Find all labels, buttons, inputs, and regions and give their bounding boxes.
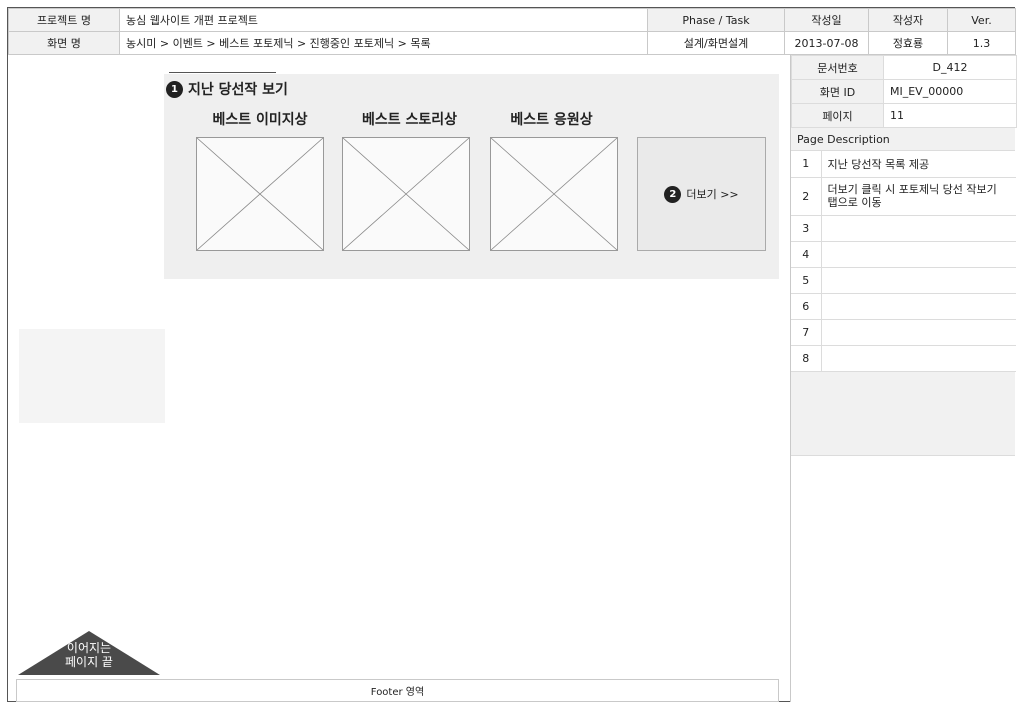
screen-id-value: MI_EV_00000 <box>883 79 1017 104</box>
page-number-label: 페이지 <box>791 103 884 128</box>
document-meta-table: 문서번호 D_412 화면 ID MI_EV_00000 페이지 11 <box>791 55 1017 128</box>
document-header-table: 프로젝트 명 농심 웹사이트 개편 프로젝트 Phase / Task 작성일 … <box>8 8 1016 55</box>
page-number-value: 11 <box>883 103 1017 128</box>
phase-task-value: 설계/화면설계 <box>647 31 785 55</box>
description-text: 지난 당선작 목록 제공 <box>821 151 1016 178</box>
wireframe-canvas: 1 지난 당선작 보기 베스트 이미지상 베스트 스토리상 베스트 응원상 2 … <box>8 55 790 703</box>
screen-id-label: 화면 ID <box>791 79 884 104</box>
description-text <box>821 345 1016 372</box>
description-row: 3 <box>791 215 1016 242</box>
description-row: 1 지난 당선작 목록 제공 <box>791 151 1016 178</box>
storyboard-frame: 프로젝트 명 농심 웹사이트 개편 프로젝트 Phase / Task 작성일 … <box>7 7 1017 703</box>
description-number: 3 <box>791 215 822 242</box>
document-number-label: 문서번호 <box>791 55 884 80</box>
phase-task-label: Phase / Task <box>647 8 785 32</box>
description-panel: 문서번호 D_412 화면 ID MI_EV_00000 페이지 11 Page… <box>790 55 1017 702</box>
continue-marker-line1: 이어지는 <box>66 641 112 655</box>
category-best-image-label: 베스트 이미지상 <box>212 112 308 128</box>
section-title: 1 지난 당선작 보기 <box>166 79 288 99</box>
image-placeholder[interactable] <box>342 137 470 251</box>
project-name-value: 농심 웹사이트 개편 프로젝트 <box>119 8 648 32</box>
description-text <box>821 293 1016 320</box>
footer-area: Footer 영역 <box>16 679 779 702</box>
footer-label: Footer 영역 <box>370 687 425 698</box>
more-button-label: 더보기 >> <box>686 188 739 201</box>
description-text <box>821 241 1016 268</box>
version-value: 1.3 <box>947 31 1016 55</box>
section-title-text: 지난 당선작 보기 <box>188 82 288 98</box>
image-placeholder[interactable] <box>196 137 324 251</box>
screen-name-label: 화면 명 <box>8 31 120 55</box>
author-value: 정효룡 <box>868 31 948 55</box>
image-placeholder[interactable] <box>490 137 618 251</box>
category-best-cheer-label: 베스트 응원상 <box>510 112 593 128</box>
author-label: 작성자 <box>868 8 948 32</box>
description-number: 5 <box>791 267 822 294</box>
description-row: 5 <box>791 267 1016 294</box>
project-name-label: 프로젝트 명 <box>8 8 120 32</box>
description-text: 더보기 클릭 시 포토제닉 당선 작보기 탭으로 이동 <box>821 177 1016 216</box>
created-date-value: 2013-07-08 <box>784 31 869 55</box>
description-text <box>821 267 1016 294</box>
description-row: 2 더보기 클릭 시 포토제닉 당선 작보기 탭으로 이동 <box>791 177 1016 216</box>
description-number: 2 <box>791 177 822 216</box>
page-description-title: Page Description <box>791 128 1015 151</box>
description-number: 1 <box>791 151 822 178</box>
side-placeholder-block <box>19 329 165 423</box>
annotation-badge-1: 1 <box>166 80 183 98</box>
version-label: Ver. <box>947 8 1016 32</box>
description-number: 8 <box>791 345 822 372</box>
annotation-badge-2: 2 <box>664 185 682 203</box>
past-winners-section: 1 지난 당선작 보기 베스트 이미지상 베스트 스토리상 베스트 응원상 2 … <box>164 74 779 279</box>
continue-marker-line2: 페이지 끝 <box>65 655 113 669</box>
description-filler-block <box>791 371 1015 456</box>
more-button[interactable]: 2 더보기 >> <box>637 137 766 251</box>
description-text <box>821 215 1016 242</box>
description-row: 4 <box>791 241 1016 268</box>
description-number: 6 <box>791 293 822 320</box>
document-number-value: D_412 <box>883 55 1017 80</box>
divider-line <box>169 72 276 73</box>
description-row: 8 <box>791 345 1016 372</box>
description-row: 6 <box>791 293 1016 320</box>
page-description-table: 1 지난 당선작 목록 제공 2 더보기 클릭 시 포토제닉 당선 작보기 탭으로 … <box>791 151 1016 372</box>
created-date-label: 작성일 <box>784 8 869 32</box>
description-number: 4 <box>791 241 822 268</box>
description-number: 7 <box>791 319 822 346</box>
continue-marker: 이어지는 페이지 끝 <box>18 631 160 675</box>
description-row: 7 <box>791 319 1016 346</box>
screen-name-value: 농시미 > 이벤트 > 베스트 포토제닉 > 진행중인 포토제닉 > 목록 <box>119 31 648 55</box>
category-best-story-label: 베스트 스토리상 <box>361 112 458 128</box>
description-text <box>821 319 1016 346</box>
